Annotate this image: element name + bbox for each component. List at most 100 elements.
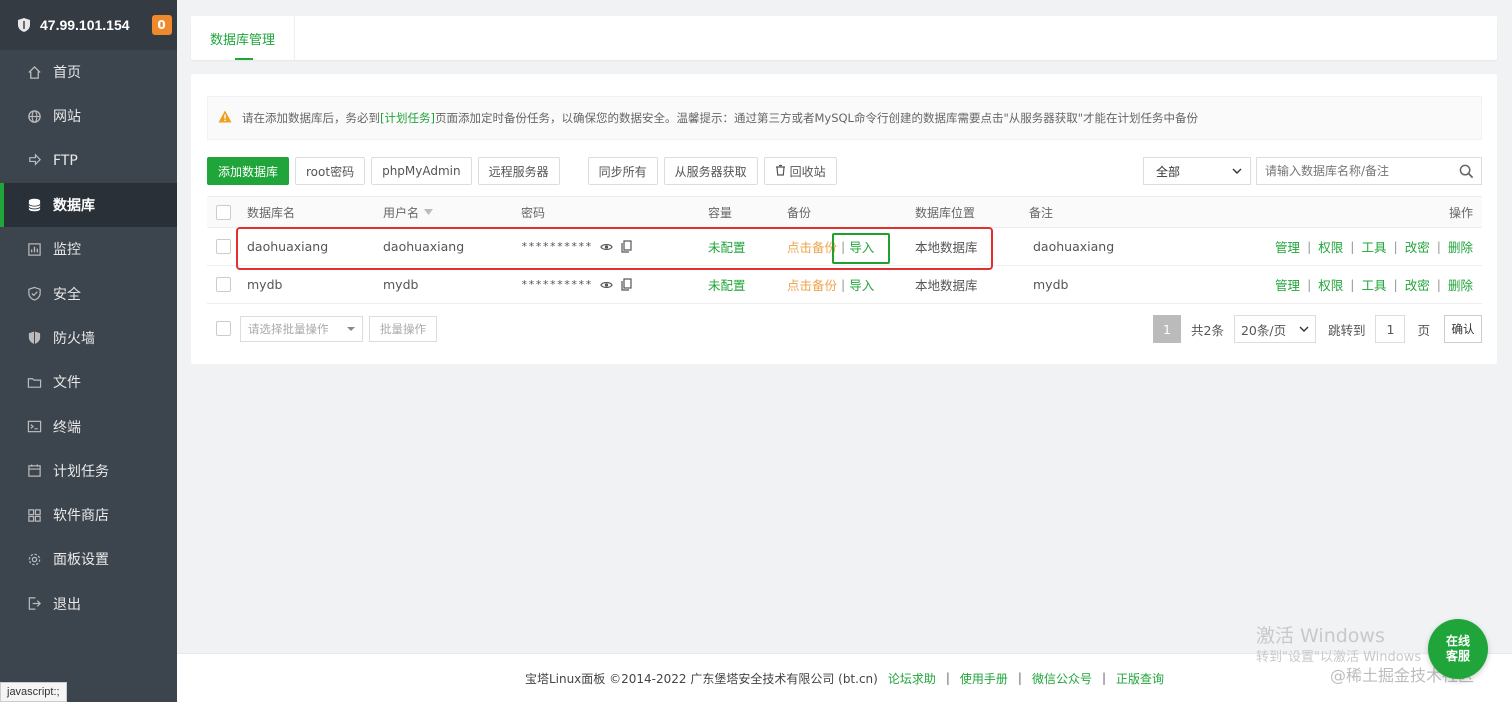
sidebar-item-ftp[interactable]: FTP <box>0 139 177 183</box>
root-password-button[interactable]: root密码 <box>295 157 366 185</box>
sort-down-icon <box>424 209 434 215</box>
recycle-bin-label: 回收站 <box>789 164 826 179</box>
server-ip: 47.99.101.154 <box>40 17 130 33</box>
current-page[interactable]: 1 <box>1153 315 1181 343</box>
header-note: 备注 <box>1029 205 1054 220</box>
db-location: 本地数据库 <box>915 240 978 255</box>
trash-icon <box>775 164 786 179</box>
db-capacity[interactable]: 未配置 <box>708 266 746 303</box>
sidebar-item-label: 面板设置 <box>53 552 109 569</box>
total-count: 共2条 <box>1191 322 1224 338</box>
import-link[interactable]: 导入 <box>849 275 874 294</box>
sidebar-item-cron[interactable]: 计划任务 <box>0 449 177 493</box>
batch-select-placeholder: 请选择批量操作 <box>248 322 329 336</box>
tab-bar: 数据库管理 <box>191 16 1497 60</box>
sidebar-item-database[interactable]: 数据库 <box>0 182 177 228</box>
sidebar: 47.99.101.154 0 首页 网站 FTP 数据库 监控 安全 防火墙 … <box>0 0 177 702</box>
chat-label-1: 在线 <box>1445 634 1470 648</box>
header-username[interactable]: 用户名 <box>383 197 434 227</box>
select-all-checkbox[interactable] <box>216 204 231 220</box>
jump-label: 跳转到 <box>1327 322 1366 338</box>
sync-all-button[interactable]: 同步所有 <box>587 157 658 185</box>
chevron-down-icon <box>1232 168 1242 174</box>
batch-select-checkbox[interactable] <box>216 321 231 336</box>
jump-confirm-button[interactable]: 确认 <box>1443 315 1482 343</box>
row-ops: 管理 | 权限 | 工具 | 改密 | 删除 <box>1275 237 1473 256</box>
jump-page-input[interactable]: 1 <box>1375 315 1406 343</box>
copy-icon[interactable] <box>621 240 632 253</box>
change-password-link[interactable]: 改密 <box>1405 237 1430 256</box>
sidebar-item-firewall[interactable]: 防火墙 <box>0 316 177 360</box>
db-note[interactable]: daohuaxiang <box>1033 228 1114 265</box>
notice-cron-link[interactable]: [计划任务] <box>380 110 435 126</box>
notice-text-pre: 请在添加数据库后，务必到 <box>242 111 380 125</box>
permission-link[interactable]: 权限 <box>1318 275 1343 294</box>
eye-icon[interactable] <box>600 242 614 252</box>
header-db-name: 数据库名 <box>247 205 296 220</box>
wechat-link[interactable]: 微信公众号 <box>1032 670 1092 687</box>
table-row: daohuaxiang daohuaxiang ********** 未配置 点… <box>207 228 1482 266</box>
tools-link[interactable]: 工具 <box>1362 237 1387 256</box>
sidebar-item-logout[interactable]: 退出 <box>0 582 177 626</box>
batch-operation-button[interactable]: 批量操作 <box>369 316 437 342</box>
sidebar-item-monitor[interactable]: 监控 <box>0 227 177 271</box>
online-support-button[interactable]: 在线 客服 <box>1428 619 1488 679</box>
chevron-down-icon <box>347 327 355 331</box>
fetch-from-server-button[interactable]: 从服务器获取 <box>663 157 758 185</box>
apps-icon <box>25 506 43 524</box>
tools-link[interactable]: 工具 <box>1362 275 1387 294</box>
sidebar-item-files[interactable]: 文件 <box>0 360 177 404</box>
sidebar-item-label: 网站 <box>53 109 81 126</box>
db-capacity[interactable]: 未配置 <box>708 228 746 265</box>
sidebar-item-website[interactable]: 网站 <box>0 94 177 138</box>
sidebar-item-security[interactable]: 安全 <box>0 271 177 315</box>
sidebar-item-settings[interactable]: 面板设置 <box>0 537 177 581</box>
row-checkbox[interactable] <box>216 277 231 292</box>
sidebar-item-label: 文件 <box>53 375 81 392</box>
manage-link[interactable]: 管理 <box>1275 275 1300 294</box>
import-link[interactable]: 导入 <box>849 237 874 256</box>
recycle-bin-button[interactable]: 回收站 <box>763 157 837 185</box>
home-icon <box>25 63 43 81</box>
delete-link[interactable]: 删除 <box>1448 237 1473 256</box>
page-size-select[interactable]: 20条/页 <box>1233 315 1316 343</box>
database-table: 数据库名 用户名 密码 容量 备份 数据库位置 备注 操作 daohuaxian… <box>207 196 1482 304</box>
firewall-icon <box>25 329 43 347</box>
eye-icon[interactable] <box>600 280 614 290</box>
row-checkbox[interactable] <box>216 239 231 254</box>
add-database-button[interactable]: 添加数据库 <box>207 157 290 185</box>
search-icon[interactable] <box>1459 164 1474 179</box>
copyright-text: 宝塔Linux面板 ©2014-2022 广东堡塔安全技术有限公司 (bt.cn… <box>524 671 878 686</box>
backup-link[interactable]: 点击备份 <box>787 237 837 256</box>
sidebar-item-home[interactable]: 首页 <box>0 50 177 94</box>
sidebar-item-store[interactable]: 软件商店 <box>0 493 177 537</box>
notification-badge[interactable]: 0 <box>151 15 172 35</box>
manual-link[interactable]: 使用手册 <box>960 670 1008 687</box>
change-password-link[interactable]: 改密 <box>1405 275 1430 294</box>
sidebar-item-label: 终端 <box>53 419 81 436</box>
db-note[interactable]: mydb <box>1033 266 1068 303</box>
copy-icon[interactable] <box>621 278 632 291</box>
forum-link[interactable]: 论坛求助 <box>888 670 936 687</box>
tab-database-management[interactable]: 数据库管理 <box>191 16 295 60</box>
sidebar-header: 47.99.101.154 0 <box>0 0 177 50</box>
db-username: mydb <box>383 277 419 292</box>
phpmyadmin-button[interactable]: phpMyAdmin <box>371 157 472 185</box>
delete-link[interactable]: 删除 <box>1448 275 1473 294</box>
warning-icon <box>218 110 232 126</box>
permission-link[interactable]: 权限 <box>1318 237 1343 256</box>
search-input[interactable] <box>1257 158 1447 184</box>
table-header: 数据库名 用户名 密码 容量 备份 数据库位置 备注 操作 <box>207 196 1482 228</box>
backup-link[interactable]: 点击备份 <box>787 275 837 294</box>
header-backup: 备份 <box>787 205 812 220</box>
batch-operation-select[interactable]: 请选择批量操作 <box>240 316 363 342</box>
license-check-link[interactable]: 正版查询 <box>1116 670 1164 687</box>
remote-server-button[interactable]: 远程服务器 <box>477 157 560 185</box>
page-size-value: 20条/页 <box>1240 322 1287 338</box>
filter-select[interactable]: 全部 <box>1143 157 1251 185</box>
db-password: ********** <box>521 240 593 253</box>
windows-activation-watermark: 激活 Windows <box>1256 625 1385 647</box>
manage-link[interactable]: 管理 <box>1275 237 1300 256</box>
notice-text-post: 页面添加定时备份任务，以确保您的数据安全。温馨提示：通过第三方或者MySQL命令… <box>434 111 1199 125</box>
sidebar-item-terminal[interactable]: 终端 <box>0 404 177 448</box>
